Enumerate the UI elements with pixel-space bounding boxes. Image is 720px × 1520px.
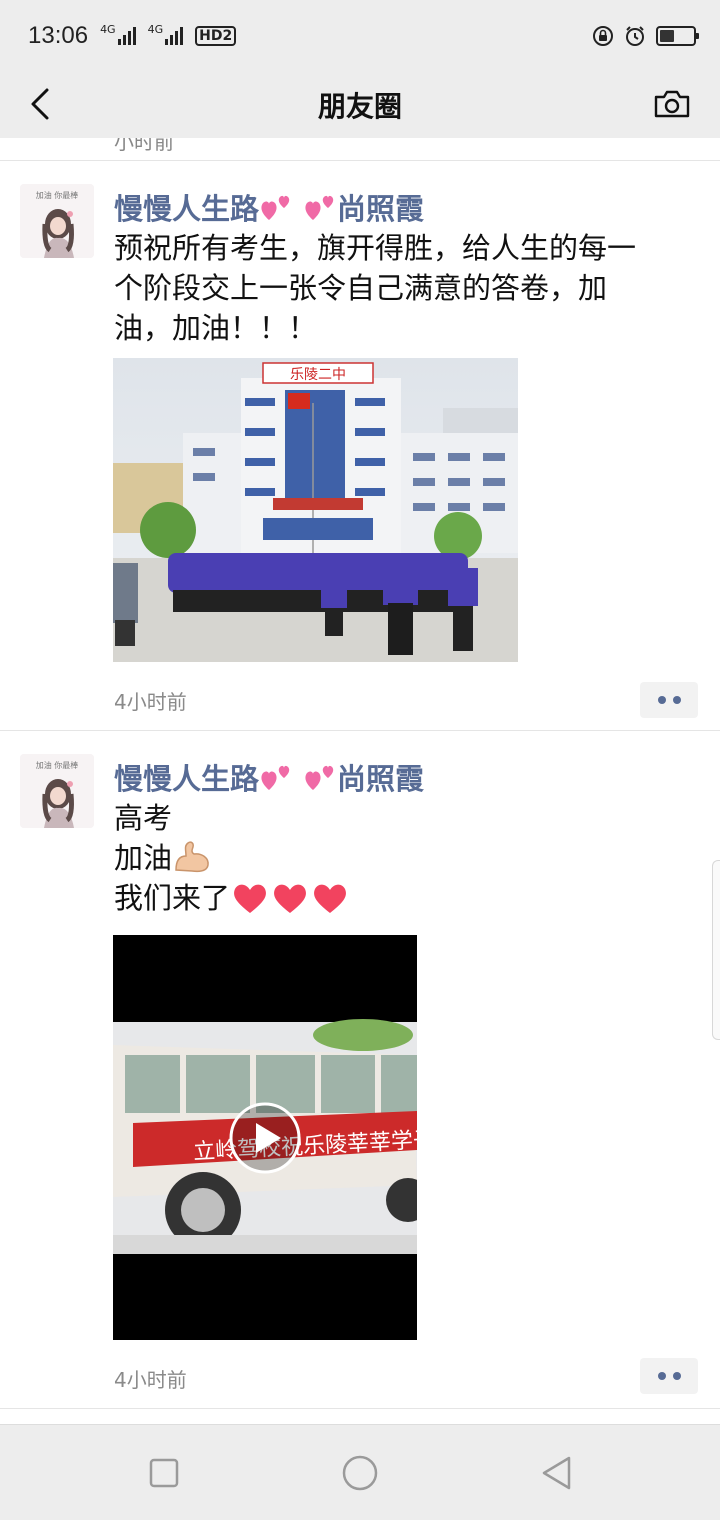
more-actions-button[interactable] bbox=[640, 682, 698, 718]
moment-post: 加油 你最棒 慢慢人生路 尚照霞 高考 加油 我们来了 立岭驾校祝乐陵莘莘学子 … bbox=[0, 730, 720, 1408]
red-hearts-icon bbox=[234, 884, 346, 913]
camera-button[interactable] bbox=[652, 84, 692, 124]
moment-post: 加油 你最棒 慢慢人生路 尚照霞 预祝所有考生，旗开得胜，给人生的每一 个阶段交… bbox=[0, 160, 720, 730]
rotation-lock-icon bbox=[593, 26, 613, 46]
signal-indicator-2: 4G bbox=[147, 23, 184, 45]
author-name-suffix: 尚照霞 bbox=[337, 762, 425, 796]
system-back-button[interactable] bbox=[536, 1453, 576, 1493]
status-right bbox=[592, 25, 699, 47]
circle-icon bbox=[342, 1455, 378, 1491]
two-hearts-icon bbox=[305, 195, 334, 220]
signal-indicator-1: 4G bbox=[100, 23, 136, 45]
post-text-line: 个阶段交上一张令自己满意的答卷，加 bbox=[114, 271, 608, 305]
signal-bars-icon bbox=[117, 27, 136, 45]
dot-icon bbox=[672, 1372, 681, 1380]
divider bbox=[0, 1408, 720, 1409]
flexed-biceps-icon bbox=[175, 841, 209, 873]
network-type-label: 4G bbox=[100, 23, 116, 36]
more-actions-button[interactable] bbox=[640, 1358, 698, 1394]
dot-icon bbox=[657, 1372, 666, 1380]
post-text-line: 预祝所有考生，旗开得胜，给人生的每一 bbox=[114, 231, 637, 265]
chevron-left-icon bbox=[31, 88, 49, 120]
bus-video-frame: 立岭驾校祝乐陵莘莘学子 bbox=[113, 935, 417, 1340]
avatar[interactable]: 加油 你最棒 bbox=[20, 184, 94, 258]
scrollbar-thumb[interactable] bbox=[712, 860, 720, 1040]
alarm-icon bbox=[626, 26, 644, 46]
page-title: 朋友圈 bbox=[317, 90, 402, 123]
battery-icon bbox=[656, 26, 699, 46]
post-text-segment: 加油 bbox=[114, 841, 173, 875]
two-hearts-icon bbox=[261, 195, 290, 220]
moments-feed[interactable]: 小时前 加油 你最棒 慢慢人生路 尚照霞 预祝所有考生，旗开得胜，给人生的每一 … bbox=[0, 138, 720, 1424]
post-text-segment: 我们来了 bbox=[114, 881, 231, 915]
school-sign-text: 乐陵二中 bbox=[290, 367, 346, 383]
post-photo[interactable]: 乐陵二中 bbox=[113, 358, 518, 662]
avatar-image: 加油 你最棒 bbox=[20, 754, 94, 828]
hd-voice-badge: HD2 bbox=[195, 26, 237, 46]
dot-icon bbox=[672, 696, 681, 704]
author-name-text: 慢慢人生路 bbox=[114, 762, 260, 796]
square-icon bbox=[149, 1458, 179, 1488]
triangle-back-icon bbox=[542, 1456, 571, 1490]
post-text-line: 高考 bbox=[114, 801, 173, 835]
post-text-line: 油，加油！！！ bbox=[114, 311, 318, 345]
status-bar: 13:06 4G 4G HD2 bbox=[0, 0, 720, 72]
post-text: 高考 加油 我们来了 bbox=[114, 798, 674, 918]
back-button[interactable] bbox=[20, 84, 60, 124]
avatar-caption: 加油 你最棒 bbox=[36, 760, 79, 770]
author-name-suffix: 尚照霞 bbox=[337, 192, 425, 226]
post-time: 4小时前 bbox=[114, 1368, 187, 1392]
school-photo-image: 乐陵二中 bbox=[113, 358, 518, 662]
post-time: 4小时前 bbox=[114, 690, 187, 714]
network-type-label: 4G bbox=[147, 23, 164, 36]
status-left: 13:06 4G 4G HD2 bbox=[28, 22, 237, 50]
battery-fill bbox=[660, 30, 674, 42]
status-time: 13:06 bbox=[28, 22, 89, 49]
avatar-image: 加油 你最棒 bbox=[20, 184, 94, 258]
post-text: 预祝所有考生，旗开得胜，给人生的每一 个阶段交上一张令自己满意的答卷，加 油，加… bbox=[114, 228, 674, 348]
camera-icon bbox=[654, 90, 690, 118]
post-text-line-with-emoji: 我们来了 bbox=[114, 878, 674, 918]
post-video[interactable]: 立岭驾校祝乐陵莘莘学子 bbox=[113, 935, 417, 1340]
two-hearts-icon bbox=[305, 765, 334, 790]
previous-post-time: 小时前 bbox=[114, 138, 174, 154]
system-navigation-bar bbox=[0, 1424, 720, 1520]
recent-apps-button[interactable] bbox=[144, 1453, 184, 1493]
avatar-caption: 加油 你最棒 bbox=[36, 190, 79, 200]
author-name[interactable]: 慢慢人生路 尚照霞 bbox=[114, 756, 424, 798]
author-name-text: 慢慢人生路 bbox=[114, 192, 260, 226]
dot-icon bbox=[657, 696, 666, 704]
avatar[interactable]: 加油 你最棒 bbox=[20, 754, 94, 828]
home-button[interactable] bbox=[340, 1453, 380, 1493]
post-text-line-with-emoji: 加油 bbox=[114, 838, 674, 878]
two-hearts-icon bbox=[261, 765, 290, 790]
navigation-bar: 朋友圈 bbox=[0, 72, 720, 138]
signal-bars-icon bbox=[165, 27, 184, 45]
author-name[interactable]: 慢慢人生路 尚照霞 bbox=[114, 186, 424, 228]
